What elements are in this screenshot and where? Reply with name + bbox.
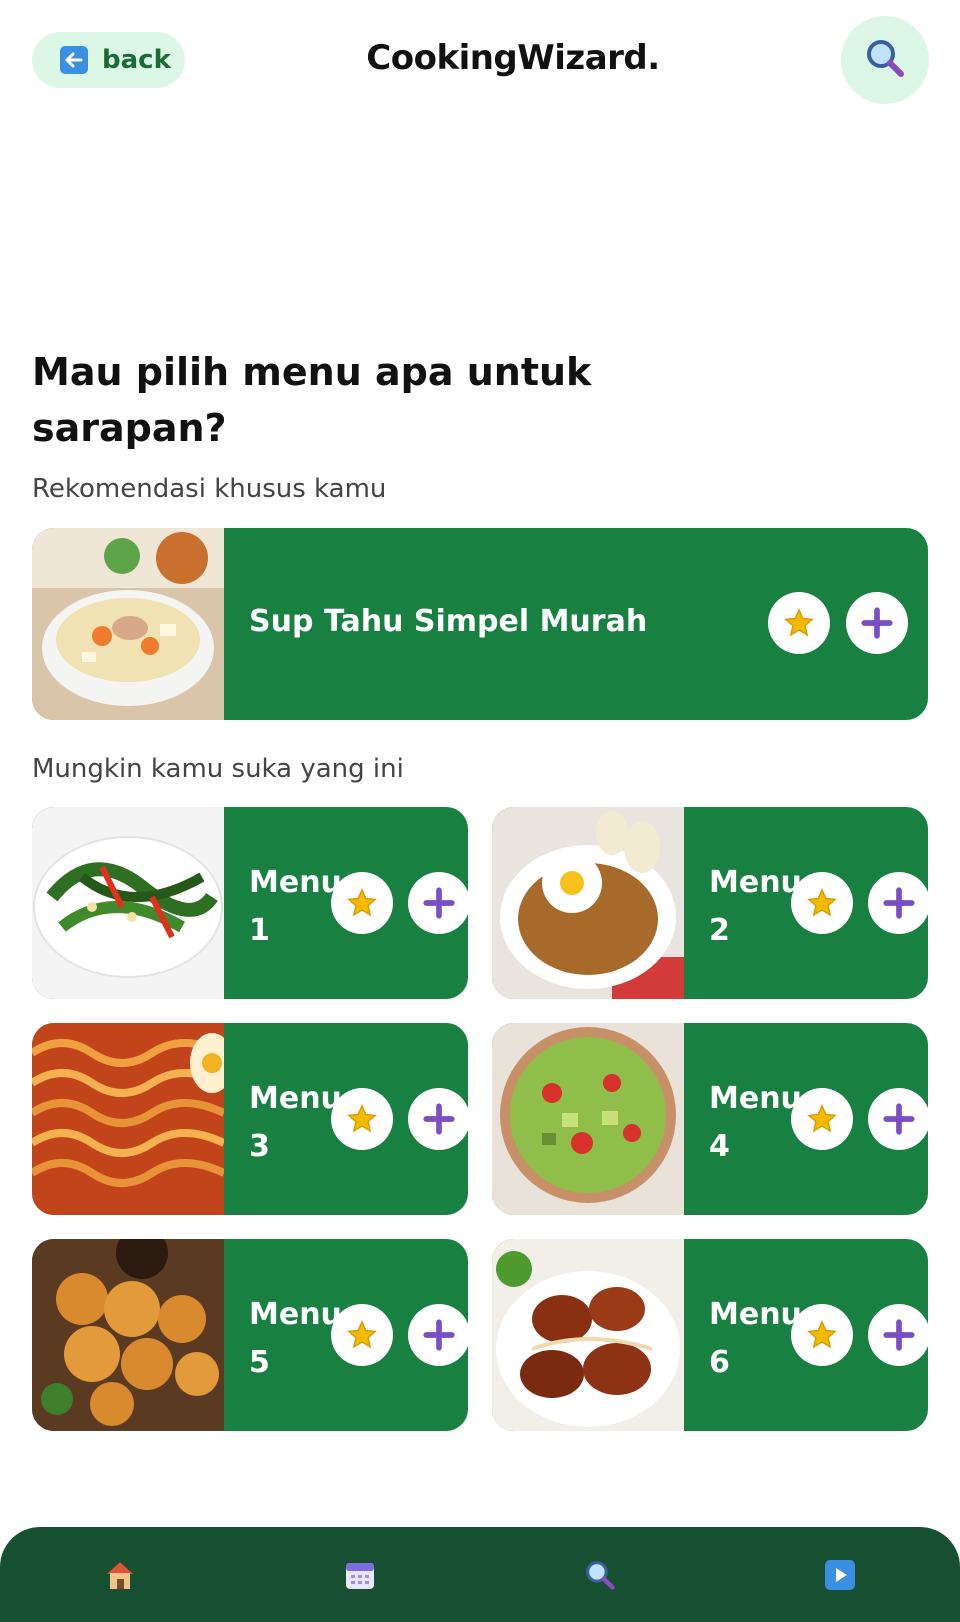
plus-icon bbox=[423, 1319, 455, 1351]
star-icon bbox=[807, 1104, 837, 1133]
menu-card[interactable]: Menu 4 bbox=[492, 1023, 928, 1215]
favorite-button[interactable] bbox=[331, 1088, 393, 1150]
plus-icon bbox=[861, 607, 893, 639]
star-icon bbox=[807, 1320, 837, 1349]
menu-title: Menu 4 bbox=[709, 1081, 802, 1164]
calendar-icon bbox=[346, 1563, 374, 1589]
avocado-salad-image bbox=[492, 1023, 684, 1215]
favorite-button[interactable] bbox=[768, 592, 830, 654]
menu-card[interactable]: Menu 5 bbox=[32, 1239, 468, 1431]
menu-title: Menu 5 bbox=[249, 1297, 342, 1380]
menu-card[interactable]: Menu 6 bbox=[492, 1239, 928, 1431]
add-button[interactable] bbox=[408, 872, 468, 934]
nav-calendar[interactable] bbox=[340, 1555, 380, 1595]
plus-icon bbox=[423, 887, 455, 919]
glazed-chicken-image bbox=[492, 1239, 684, 1431]
star-icon bbox=[347, 1104, 377, 1133]
plus-icon bbox=[883, 887, 915, 919]
add-button[interactable] bbox=[846, 592, 908, 654]
menu-card[interactable]: Menu 3 bbox=[32, 1023, 468, 1215]
favorite-button[interactable] bbox=[791, 1088, 853, 1150]
menu-card[interactable]: Menu 1 bbox=[32, 807, 468, 999]
recommended-title: Sup Tahu Simpel Murah bbox=[249, 604, 648, 639]
star-icon bbox=[784, 608, 814, 637]
nav-play[interactable] bbox=[820, 1555, 860, 1595]
suggestion-label: Mungkin kamu suka yang ini bbox=[32, 754, 404, 784]
home-icon bbox=[107, 1562, 133, 1589]
bottom-nav bbox=[0, 1527, 960, 1622]
nav-search[interactable] bbox=[580, 1555, 620, 1595]
add-button[interactable] bbox=[408, 1088, 468, 1150]
plus-icon bbox=[883, 1103, 915, 1135]
favorite-button[interactable] bbox=[791, 1304, 853, 1366]
fried-rice-image bbox=[492, 807, 684, 999]
stir-fry-greens-image bbox=[32, 807, 224, 999]
add-button[interactable] bbox=[868, 1088, 928, 1150]
star-icon bbox=[807, 888, 837, 917]
star-icon bbox=[347, 888, 377, 917]
search-button[interactable] bbox=[841, 16, 929, 104]
favorite-button[interactable] bbox=[791, 872, 853, 934]
favorite-button[interactable] bbox=[331, 1304, 393, 1366]
soup-image bbox=[32, 528, 224, 720]
recommendation-label: Rekomendasi khusus kamu bbox=[32, 474, 387, 504]
app-title: CookingWizard. bbox=[366, 38, 660, 78]
search-icon bbox=[586, 1561, 615, 1590]
menu-card[interactable]: Menu 2 bbox=[492, 807, 928, 999]
recommended-card[interactable]: Sup Tahu Simpel Murah bbox=[32, 528, 928, 720]
menu-title: Menu 6 bbox=[709, 1297, 802, 1380]
plus-icon bbox=[423, 1103, 455, 1135]
fried-chicken-image bbox=[32, 1239, 224, 1431]
page-heading: Mau pilih menu apa untuk sarapan? bbox=[32, 350, 592, 450]
add-button[interactable] bbox=[868, 1304, 928, 1366]
menu-title: Menu 2 bbox=[709, 865, 802, 948]
plus-icon bbox=[883, 1319, 915, 1351]
star-icon bbox=[347, 1320, 377, 1349]
spicy-noodles-image bbox=[32, 1023, 224, 1215]
search-icon bbox=[863, 36, 907, 84]
nav-home[interactable] bbox=[100, 1555, 140, 1595]
add-button[interactable] bbox=[868, 872, 928, 934]
menu-title: Menu 1 bbox=[249, 865, 342, 948]
favorite-button[interactable] bbox=[331, 872, 393, 934]
menu-title: Menu 3 bbox=[249, 1081, 342, 1164]
play-icon bbox=[825, 1560, 855, 1590]
add-button[interactable] bbox=[408, 1304, 468, 1366]
